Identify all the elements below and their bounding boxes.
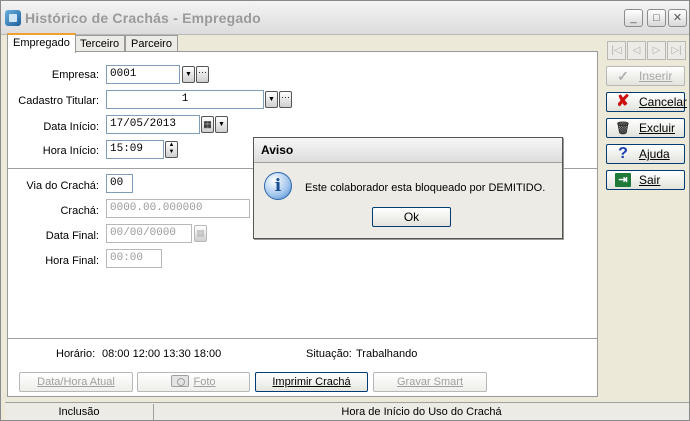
gravar-smart-button[interactable]: Gravar Smart xyxy=(373,372,487,392)
data-inicio-label: Data Início: xyxy=(43,121,99,133)
imprimir-cracha-button[interactable]: Imprimir Crachá xyxy=(255,372,368,392)
check-icon: ✓ xyxy=(617,68,629,84)
horario-value: 08:00 12:00 13:30 18:00 xyxy=(102,348,222,360)
empresa-search-button[interactable]: ··· xyxy=(196,66,209,83)
aviso-dialog: Aviso i Este colaborador esta bloqueado … xyxy=(253,137,563,239)
tab-empregado[interactable]: Empregado xyxy=(7,33,76,53)
data-final-field[interactable]: 00/00/0000 xyxy=(106,224,192,243)
situacao-value: Trabalhando xyxy=(356,348,418,360)
status-mode: Inclusão xyxy=(5,404,154,420)
dialog-title[interactable]: Aviso xyxy=(254,138,562,163)
hora-inicio-label: Hora Início: xyxy=(42,145,99,157)
data-hora-atual-button[interactable]: Data/Hora Atual xyxy=(19,372,133,392)
ajuda-button[interactable]: ? Ajuda xyxy=(606,144,685,164)
trash-icon: 🗑 xyxy=(615,121,631,135)
tab-parceiro[interactable]: Parceiro xyxy=(125,35,178,52)
help-icon: ? xyxy=(618,145,628,162)
minimize-button[interactable]: _ xyxy=(624,9,643,27)
data-final-label: Data Final: xyxy=(45,230,99,242)
data-inicio-field[interactable]: 17/05/2013 xyxy=(106,115,200,134)
ok-button[interactable]: Ok xyxy=(372,207,451,227)
empresa-dropdown-button[interactable]: ▼ xyxy=(182,66,195,83)
status-bar: Inclusão Hora de Início do Uso do Crachá xyxy=(5,402,689,420)
excluir-button[interactable]: 🗑 Excluir xyxy=(606,118,685,138)
dialog-message: Este colaborador esta bloqueado por DEMI… xyxy=(305,182,546,194)
empresa-field[interactable]: 0001 xyxy=(106,65,180,84)
window-title: Histórico de Crachás - Empregado xyxy=(25,10,261,26)
cadastro-titular-label: Cadastro Titular: xyxy=(18,95,99,107)
main-window: Histórico de Crachás - Empregado _ □ ✕ E… xyxy=(0,0,690,421)
app-icon xyxy=(5,10,21,26)
via-cracha-field[interactable]: 00 xyxy=(106,174,133,193)
info-divider xyxy=(8,338,597,339)
cadastro-titular-field[interactable]: 1 xyxy=(106,90,264,109)
camera-icon xyxy=(171,375,190,387)
cracha-field[interactable]: 0000.00.000000 xyxy=(106,199,250,218)
calendar-icon[interactable]: ▦ xyxy=(201,116,214,133)
nav-last-button[interactable]: ▷| xyxy=(667,41,686,60)
cancelar-label: Cancelar xyxy=(639,95,688,109)
foto-button[interactable]: Foto xyxy=(137,372,250,392)
sair-button[interactable]: ⇥ Sair xyxy=(606,170,685,190)
hora-inicio-spinner[interactable]: ▲ ▼ xyxy=(165,141,178,158)
inserir-label: Inserir xyxy=(639,69,673,83)
data-inicio-dropdown-button[interactable]: ▼ xyxy=(215,116,228,133)
nav-first-button[interactable]: |◁ xyxy=(607,41,626,60)
ajuda-label: Ajuda xyxy=(639,147,670,161)
hora-final-field[interactable]: 00:00 xyxy=(106,249,162,268)
cracha-label: Crachá: xyxy=(60,205,99,217)
excluir-label: Excluir xyxy=(639,121,676,135)
situacao-label: Situação: xyxy=(306,348,352,360)
foto-button-label: Foto xyxy=(193,376,216,388)
via-cracha-label: Via do Crachá: xyxy=(26,180,99,192)
inserir-button[interactable]: ✓ Inserir xyxy=(606,66,685,86)
empresa-label: Empresa: xyxy=(51,69,99,81)
maximize-button[interactable]: □ xyxy=(647,9,666,27)
horario-label: Horário: xyxy=(56,348,96,360)
hora-final-label: Hora Final: xyxy=(45,255,99,267)
info-icon: i xyxy=(264,172,292,200)
cadastro-titular-dropdown-button[interactable]: ▼ xyxy=(265,91,278,108)
nav-prev-button[interactable]: ◁ xyxy=(627,41,646,60)
title-bar[interactable]: Histórico de Crachás - Empregado _ □ ✕ xyxy=(1,1,689,35)
tab-terceiro[interactable]: Terceiro xyxy=(74,35,126,52)
cancelar-button[interactable]: ✘ Cancelar xyxy=(606,92,688,112)
hora-inicio-field[interactable]: 15:09 xyxy=(106,140,164,159)
data-final-calendar-icon[interactable]: ▦ xyxy=(194,225,207,242)
cancel-x-icon: ✘ xyxy=(616,93,630,110)
exit-icon: ⇥ xyxy=(615,173,631,187)
sair-label: Sair xyxy=(639,173,661,187)
cadastro-titular-search-button[interactable]: ··· xyxy=(279,91,292,108)
close-button[interactable]: ✕ xyxy=(668,9,687,27)
status-hint: Hora de Início do Uso do Crachá xyxy=(341,406,502,418)
nav-next-button[interactable]: ▷ xyxy=(647,41,666,60)
